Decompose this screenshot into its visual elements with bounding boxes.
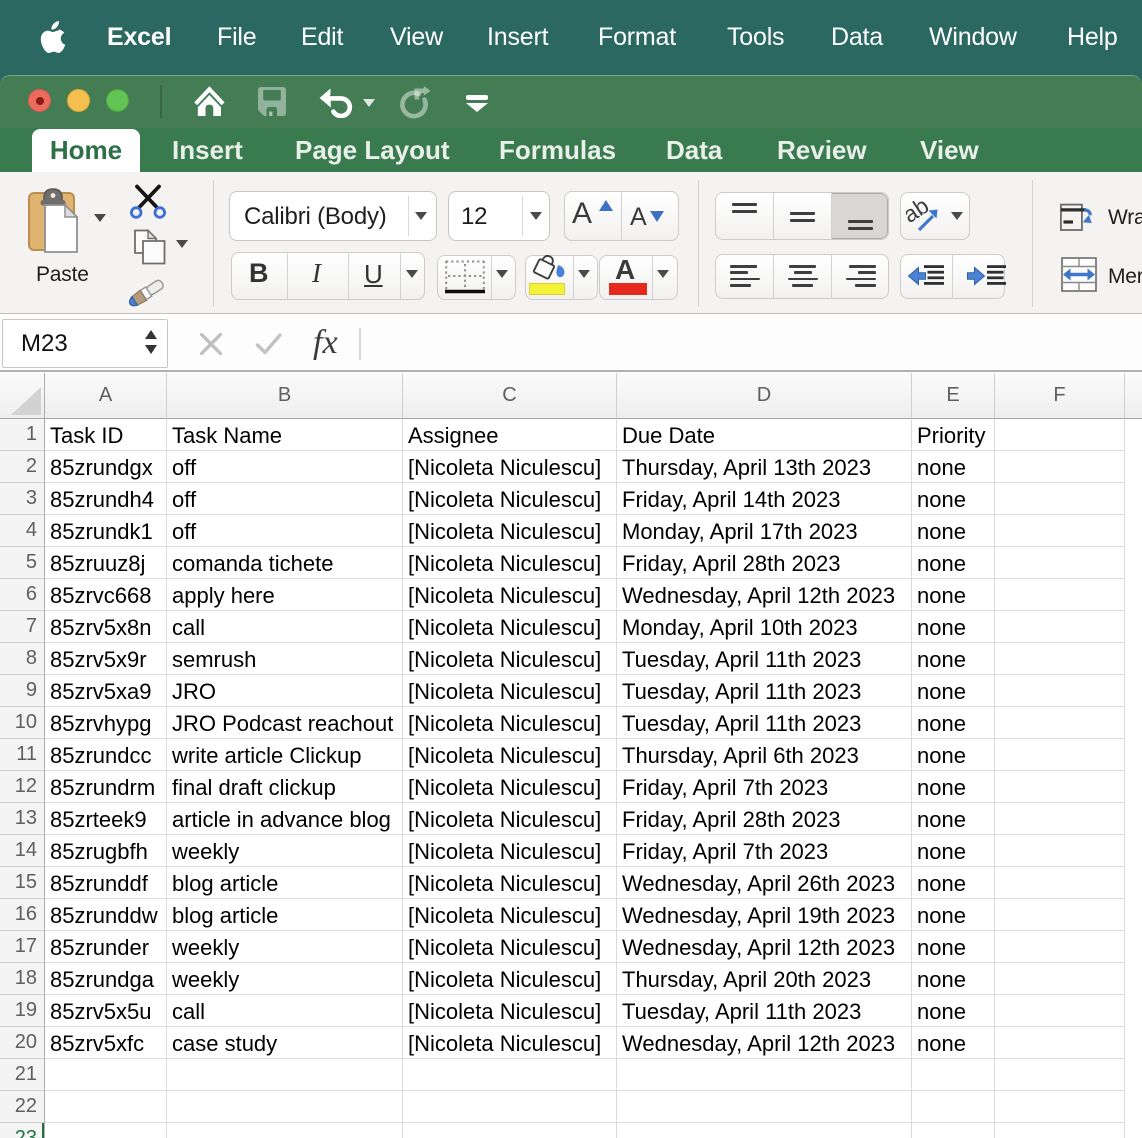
svg-text:ab: ab (906, 198, 933, 228)
svg-text:fx: fx (313, 325, 338, 361)
